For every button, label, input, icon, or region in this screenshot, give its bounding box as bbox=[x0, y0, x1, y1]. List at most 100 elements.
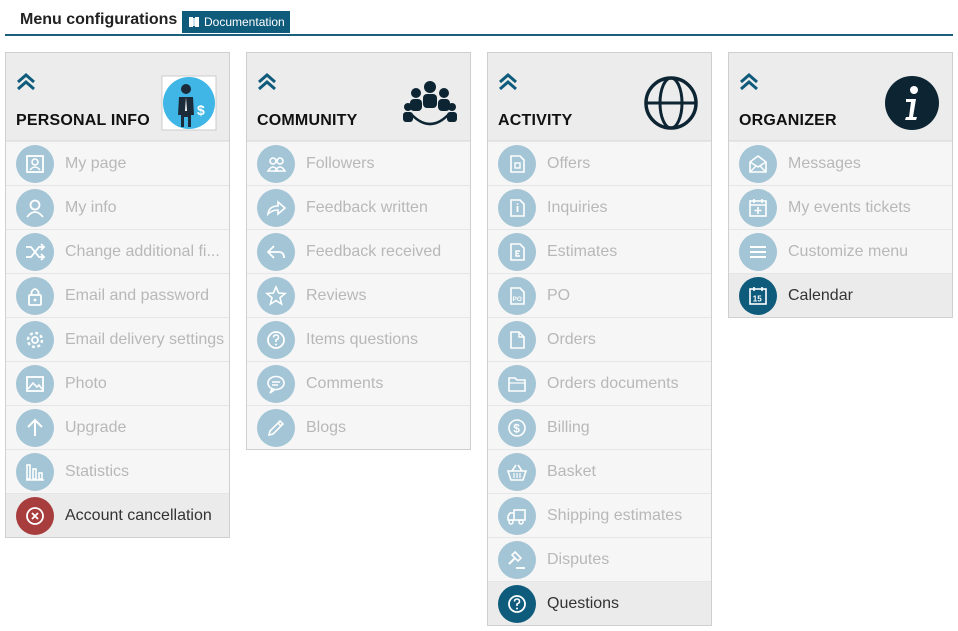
menu-item-feedback-written[interactable]: Feedback written bbox=[247, 185, 470, 229]
menu-item-label: My page bbox=[65, 155, 127, 172]
hamburger-menu-icon bbox=[739, 233, 777, 271]
menu-item-followers[interactable]: Followers bbox=[247, 141, 470, 185]
menu-item-change-additional-fields[interactable]: Change additional fi... bbox=[6, 229, 229, 273]
menu-item-orders-documents[interactable]: Orders documents bbox=[488, 361, 711, 405]
menu-item-label: Orders documents bbox=[547, 375, 679, 392]
menu-item-upgrade[interactable]: Upgrade bbox=[6, 405, 229, 449]
info-circle-icon bbox=[885, 76, 939, 130]
menu-item-my-events-tickets[interactable]: My events tickets bbox=[729, 185, 952, 229]
documentation-button[interactable]: Documentation bbox=[182, 11, 290, 33]
menu-item-estimates[interactable]: Estimates bbox=[488, 229, 711, 273]
menu-item-comments[interactable]: Comments bbox=[247, 361, 470, 405]
menu-item-label: Reviews bbox=[306, 287, 367, 304]
calendar-icon: 15 bbox=[739, 277, 777, 315]
menu-item-label: Account cancellation bbox=[65, 507, 212, 524]
page-title: Menu configurations bbox=[20, 11, 178, 28]
image-icon bbox=[16, 365, 54, 403]
panel-title: ORGANIZER bbox=[739, 112, 837, 129]
menu-item-offers[interactable]: Offers bbox=[488, 141, 711, 185]
menu-item-calendar[interactable]: 15 Calendar bbox=[729, 273, 952, 317]
menu-item-blogs[interactable]: Blogs bbox=[247, 405, 470, 449]
po-document-icon: PO bbox=[498, 277, 536, 315]
menu-item-label: Items questions bbox=[306, 331, 419, 348]
panel-header: PERSONAL INFO $ bbox=[6, 53, 229, 141]
svg-text:$: $ bbox=[197, 102, 205, 118]
menu-item-my-page[interactable]: My page bbox=[6, 141, 229, 185]
menu-item-label: Inquiries bbox=[547, 199, 608, 216]
estimate-document-icon bbox=[498, 233, 536, 271]
menu-item-label: Shipping estimates bbox=[547, 507, 683, 524]
menu-item-orders[interactable]: Orders bbox=[488, 317, 711, 361]
panel-personal-info: PERSONAL INFO $ My page My info Change a… bbox=[5, 52, 230, 538]
offer-document-icon bbox=[498, 145, 536, 183]
menu-item-questions[interactable]: Questions bbox=[488, 581, 711, 625]
menu-item-items-questions[interactable]: Items questions bbox=[247, 317, 470, 361]
user-icon bbox=[16, 189, 54, 227]
collapse-chevron-icon[interactable] bbox=[498, 73, 518, 91]
collapse-chevron-icon[interactable] bbox=[257, 73, 277, 91]
menu-item-account-cancellation[interactable]: Account cancellation bbox=[6, 493, 229, 537]
panel-header: ACTIVITY bbox=[488, 53, 711, 141]
star-icon bbox=[257, 277, 295, 315]
menu-item-label: Basket bbox=[547, 463, 596, 480]
menu-item-messages[interactable]: Messages bbox=[729, 141, 952, 185]
menu-item-label: My events tickets bbox=[788, 199, 911, 216]
header-divider bbox=[5, 34, 953, 36]
menu-item-email-delivery-settings[interactable]: Email delivery settings bbox=[6, 317, 229, 361]
menu-item-label: Change additional fi... bbox=[65, 243, 220, 260]
menu-item-label: Questions bbox=[547, 595, 620, 612]
businessman-icon: $ bbox=[161, 75, 217, 131]
inquiry-document-icon bbox=[498, 189, 536, 227]
pencil-icon bbox=[257, 409, 295, 447]
community-group-icon bbox=[403, 81, 457, 126]
menu-item-inquiries[interactable]: Inquiries bbox=[488, 185, 711, 229]
menu-item-label: Customize menu bbox=[788, 243, 909, 260]
calendar-plus-icon bbox=[739, 189, 777, 227]
panel-activity: ACTIVITY Offers Inquiries Estimates PO P… bbox=[487, 52, 712, 626]
menu-item-label: Calendar bbox=[788, 287, 853, 304]
envelope-open-icon bbox=[739, 145, 777, 183]
menu-item-photo[interactable]: Photo bbox=[6, 361, 229, 405]
book-icon bbox=[189, 17, 199, 27]
menu-item-label: Disputes bbox=[547, 551, 610, 568]
svg-text:PO: PO bbox=[513, 296, 522, 303]
menu-item-label: Feedback written bbox=[306, 199, 428, 216]
collapse-chevron-icon[interactable] bbox=[16, 73, 36, 91]
menu-item-statistics[interactable]: Statistics bbox=[6, 449, 229, 493]
documentation-label: Documentation bbox=[204, 15, 285, 29]
question-circle-icon bbox=[257, 321, 295, 359]
collapse-chevron-icon[interactable] bbox=[739, 73, 759, 91]
basket-icon bbox=[498, 453, 536, 491]
menu-item-shipping-estimates[interactable]: Shipping estimates bbox=[488, 493, 711, 537]
menu-item-label: Followers bbox=[306, 155, 375, 172]
menu-item-label: Feedback received bbox=[306, 243, 442, 260]
menu-item-label: PO bbox=[547, 287, 571, 304]
panel-title: COMMUNITY bbox=[257, 112, 358, 129]
menu-item-po[interactable]: PO PO bbox=[488, 273, 711, 317]
top-bar: Menu configurations Documentation bbox=[0, 0, 958, 37]
menu-item-label: Statistics bbox=[65, 463, 130, 480]
menu-item-label: Billing bbox=[547, 419, 590, 436]
cancel-circle-icon bbox=[16, 497, 54, 535]
lock-icon bbox=[16, 277, 54, 315]
menu-item-email-and-password[interactable]: Email and password bbox=[6, 273, 229, 317]
menu-item-label: Offers bbox=[547, 155, 591, 172]
panel-title: ACTIVITY bbox=[498, 112, 573, 129]
menu-item-label: Estimates bbox=[547, 243, 618, 260]
menu-item-disputes[interactable]: Disputes bbox=[488, 537, 711, 581]
menu-item-my-info[interactable]: My info bbox=[6, 185, 229, 229]
profile-card-icon bbox=[16, 145, 54, 183]
panel-header: COMMUNITY bbox=[247, 53, 470, 141]
panel-community: COMMUNITY Followers Feedback written Fee… bbox=[246, 52, 471, 450]
forward-arrow-icon bbox=[257, 189, 295, 227]
menu-item-label: Comments bbox=[306, 375, 384, 392]
menu-item-feedback-received[interactable]: Feedback received bbox=[247, 229, 470, 273]
users-icon bbox=[257, 145, 295, 183]
menu-item-billing[interactable]: $ Billing bbox=[488, 405, 711, 449]
menu-item-label: Email delivery settings bbox=[65, 331, 225, 348]
menu-item-label: Upgrade bbox=[65, 419, 127, 436]
menu-item-reviews[interactable]: Reviews bbox=[247, 273, 470, 317]
reply-arrow-icon bbox=[257, 233, 295, 271]
menu-item-customize-menu[interactable]: Customize menu bbox=[729, 229, 952, 273]
menu-item-basket[interactable]: Basket bbox=[488, 449, 711, 493]
